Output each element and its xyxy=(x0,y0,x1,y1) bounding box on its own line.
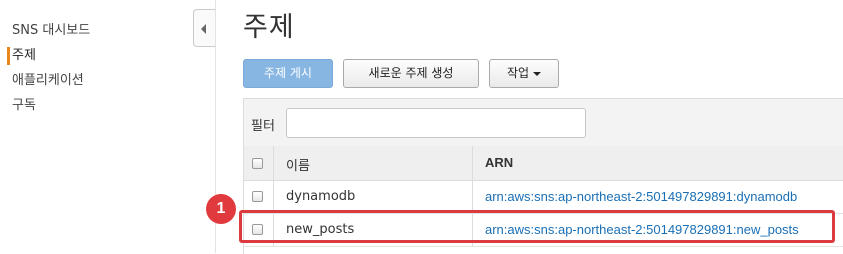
topic-name: dynamodb xyxy=(286,189,356,204)
filter-bar: 필터 xyxy=(244,99,843,147)
caret-down-icon xyxy=(533,71,542,76)
publish-topic-button[interactable]: 주제 게시 xyxy=(243,59,333,88)
filter-label: 필터 xyxy=(251,119,275,134)
chevron-left-icon xyxy=(201,24,206,34)
page-title: 주제 xyxy=(243,12,295,43)
actions-dropdown[interactable]: 작업 xyxy=(489,59,559,88)
column-divider xyxy=(472,181,473,213)
sidebar: SNS 대시보드 주제 애플리케이션 구독 xyxy=(0,0,216,253)
sidebar-item-applications[interactable]: 애플리케이션 xyxy=(10,72,84,90)
step-marker-badge: 1 xyxy=(206,194,236,224)
select-all-checkbox[interactable] xyxy=(252,158,263,169)
column-header-name[interactable]: 이름 xyxy=(286,155,310,174)
column-divider xyxy=(273,146,274,180)
table-header: 이름 ARN xyxy=(244,146,843,181)
column-header-arn[interactable]: ARN xyxy=(485,155,513,170)
row-highlight-box xyxy=(239,210,835,243)
row-checkbox[interactable] xyxy=(252,191,263,202)
sidebar-item-topics[interactable]: 주제 xyxy=(7,47,36,65)
column-divider xyxy=(273,181,274,213)
topic-arn-link[interactable]: arn:aws:sns:ap-northeast-2:501497829891:… xyxy=(485,189,797,204)
sidebar-item-dashboard[interactable]: SNS 대시보드 xyxy=(10,22,90,40)
actions-label: 작업 xyxy=(506,66,530,80)
sidebar-item-subscriptions[interactable]: 구독 xyxy=(10,97,36,115)
column-divider xyxy=(472,146,473,180)
sidebar-collapse-button[interactable] xyxy=(193,9,215,47)
filter-input[interactable] xyxy=(286,108,586,138)
create-topic-button[interactable]: 새로운 주제 생성 xyxy=(343,59,479,88)
